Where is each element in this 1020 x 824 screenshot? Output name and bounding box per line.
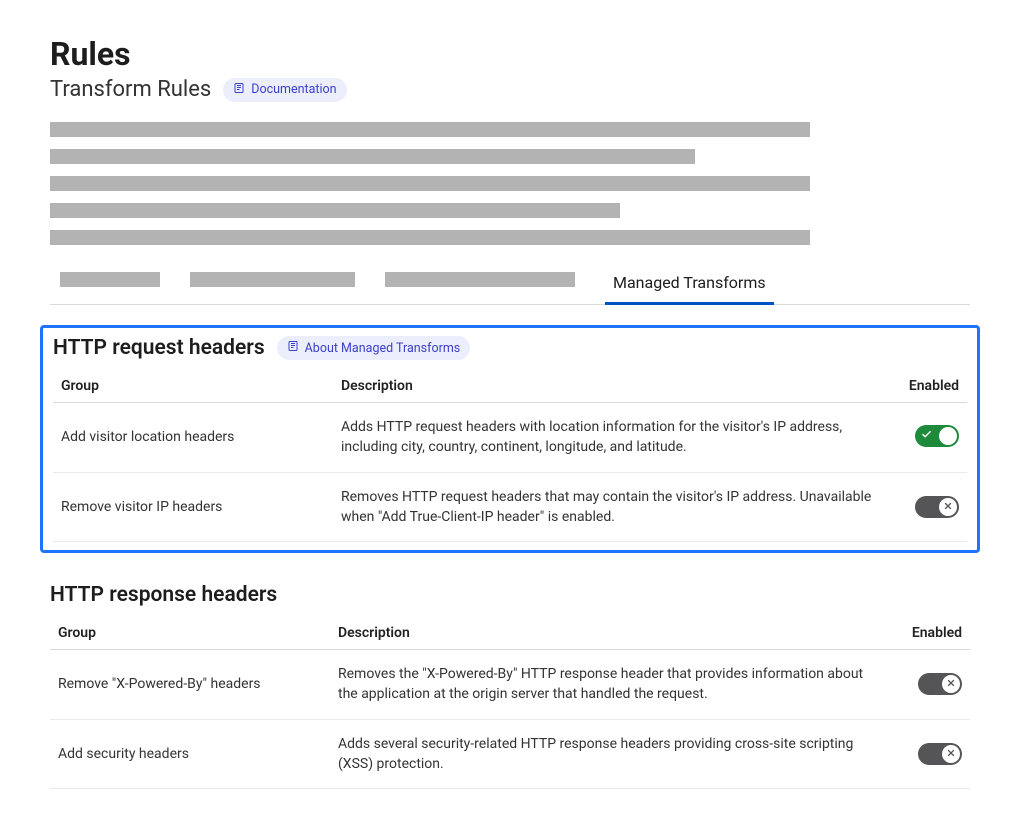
page-subtitle: Transform Rules xyxy=(50,77,211,102)
toggle-knob xyxy=(942,675,960,693)
column-group: Group xyxy=(50,617,330,650)
column-enabled: Enabled xyxy=(900,617,970,650)
placeholder-line xyxy=(50,122,810,137)
table-row: Remove "X-Powered-By" headers Removes th… xyxy=(50,650,970,720)
tab-placeholder[interactable] xyxy=(385,272,575,287)
toggle-add-security-headers[interactable] xyxy=(918,743,962,765)
table-row: Add visitor location headers Adds HTTP r… xyxy=(53,403,967,473)
row-group: Remove "X-Powered-By" headers xyxy=(50,650,330,720)
close-icon xyxy=(946,746,956,762)
placeholder-line xyxy=(50,176,810,191)
tabs: Managed Transforms xyxy=(50,265,970,305)
request-section-title: HTTP request headers xyxy=(53,336,265,360)
toggle-remove-visitor-ip[interactable] xyxy=(915,496,959,518)
tab-placeholder[interactable] xyxy=(60,272,160,287)
response-headers-table: Group Description Enabled Remove "X-Powe… xyxy=(50,617,970,789)
documentation-link[interactable]: Documentation xyxy=(223,78,346,102)
column-enabled: Enabled xyxy=(897,370,967,403)
subtitle-row: Transform Rules Documentation xyxy=(50,77,970,102)
table-row: Remove visitor IP headers Removes HTTP r… xyxy=(53,472,967,542)
about-label: About Managed Transforms xyxy=(305,341,461,356)
request-headers-table: Group Description Enabled Add visitor lo… xyxy=(53,370,967,542)
check-icon xyxy=(921,428,932,444)
toggle-remove-x-powered-by[interactable] xyxy=(918,673,962,695)
about-managed-transforms-link[interactable]: About Managed Transforms xyxy=(277,336,471,360)
column-description: Description xyxy=(330,617,900,650)
book-icon xyxy=(233,82,245,98)
toggle-knob xyxy=(939,498,957,516)
row-group: Add security headers xyxy=(50,719,330,789)
placeholder-line xyxy=(50,230,810,245)
placeholder-line xyxy=(50,203,620,218)
column-description: Description xyxy=(333,370,897,403)
book-icon xyxy=(287,340,299,356)
tab-placeholder[interactable] xyxy=(190,272,355,287)
column-group: Group xyxy=(53,370,333,403)
table-row: Add security headers Adds several securi… xyxy=(50,719,970,789)
close-icon xyxy=(943,499,953,515)
close-icon xyxy=(946,676,956,692)
placeholder-description xyxy=(50,122,970,245)
request-section-header: HTTP request headers About Managed Trans… xyxy=(53,336,967,360)
response-section-title: HTTP response headers xyxy=(50,583,970,607)
page-title: Rules xyxy=(50,35,970,73)
tab-managed-transforms[interactable]: Managed Transforms xyxy=(605,265,774,305)
toggle-add-visitor-location[interactable] xyxy=(915,425,959,447)
row-description: Removes HTTP request headers that may co… xyxy=(333,472,897,542)
documentation-label: Documentation xyxy=(251,82,336,97)
row-description: Adds HTTP request headers with location … xyxy=(333,403,897,473)
toggle-knob xyxy=(939,427,957,445)
request-headers-highlight: HTTP request headers About Managed Trans… xyxy=(40,325,980,553)
toggle-knob xyxy=(942,745,960,763)
row-group: Add visitor location headers xyxy=(53,403,333,473)
placeholder-line xyxy=(50,149,695,164)
row-group: Remove visitor IP headers xyxy=(53,472,333,542)
row-description: Adds several security-related HTTP respo… xyxy=(330,719,900,789)
row-description: Removes the "X-Powered-By" HTTP response… xyxy=(330,650,900,720)
